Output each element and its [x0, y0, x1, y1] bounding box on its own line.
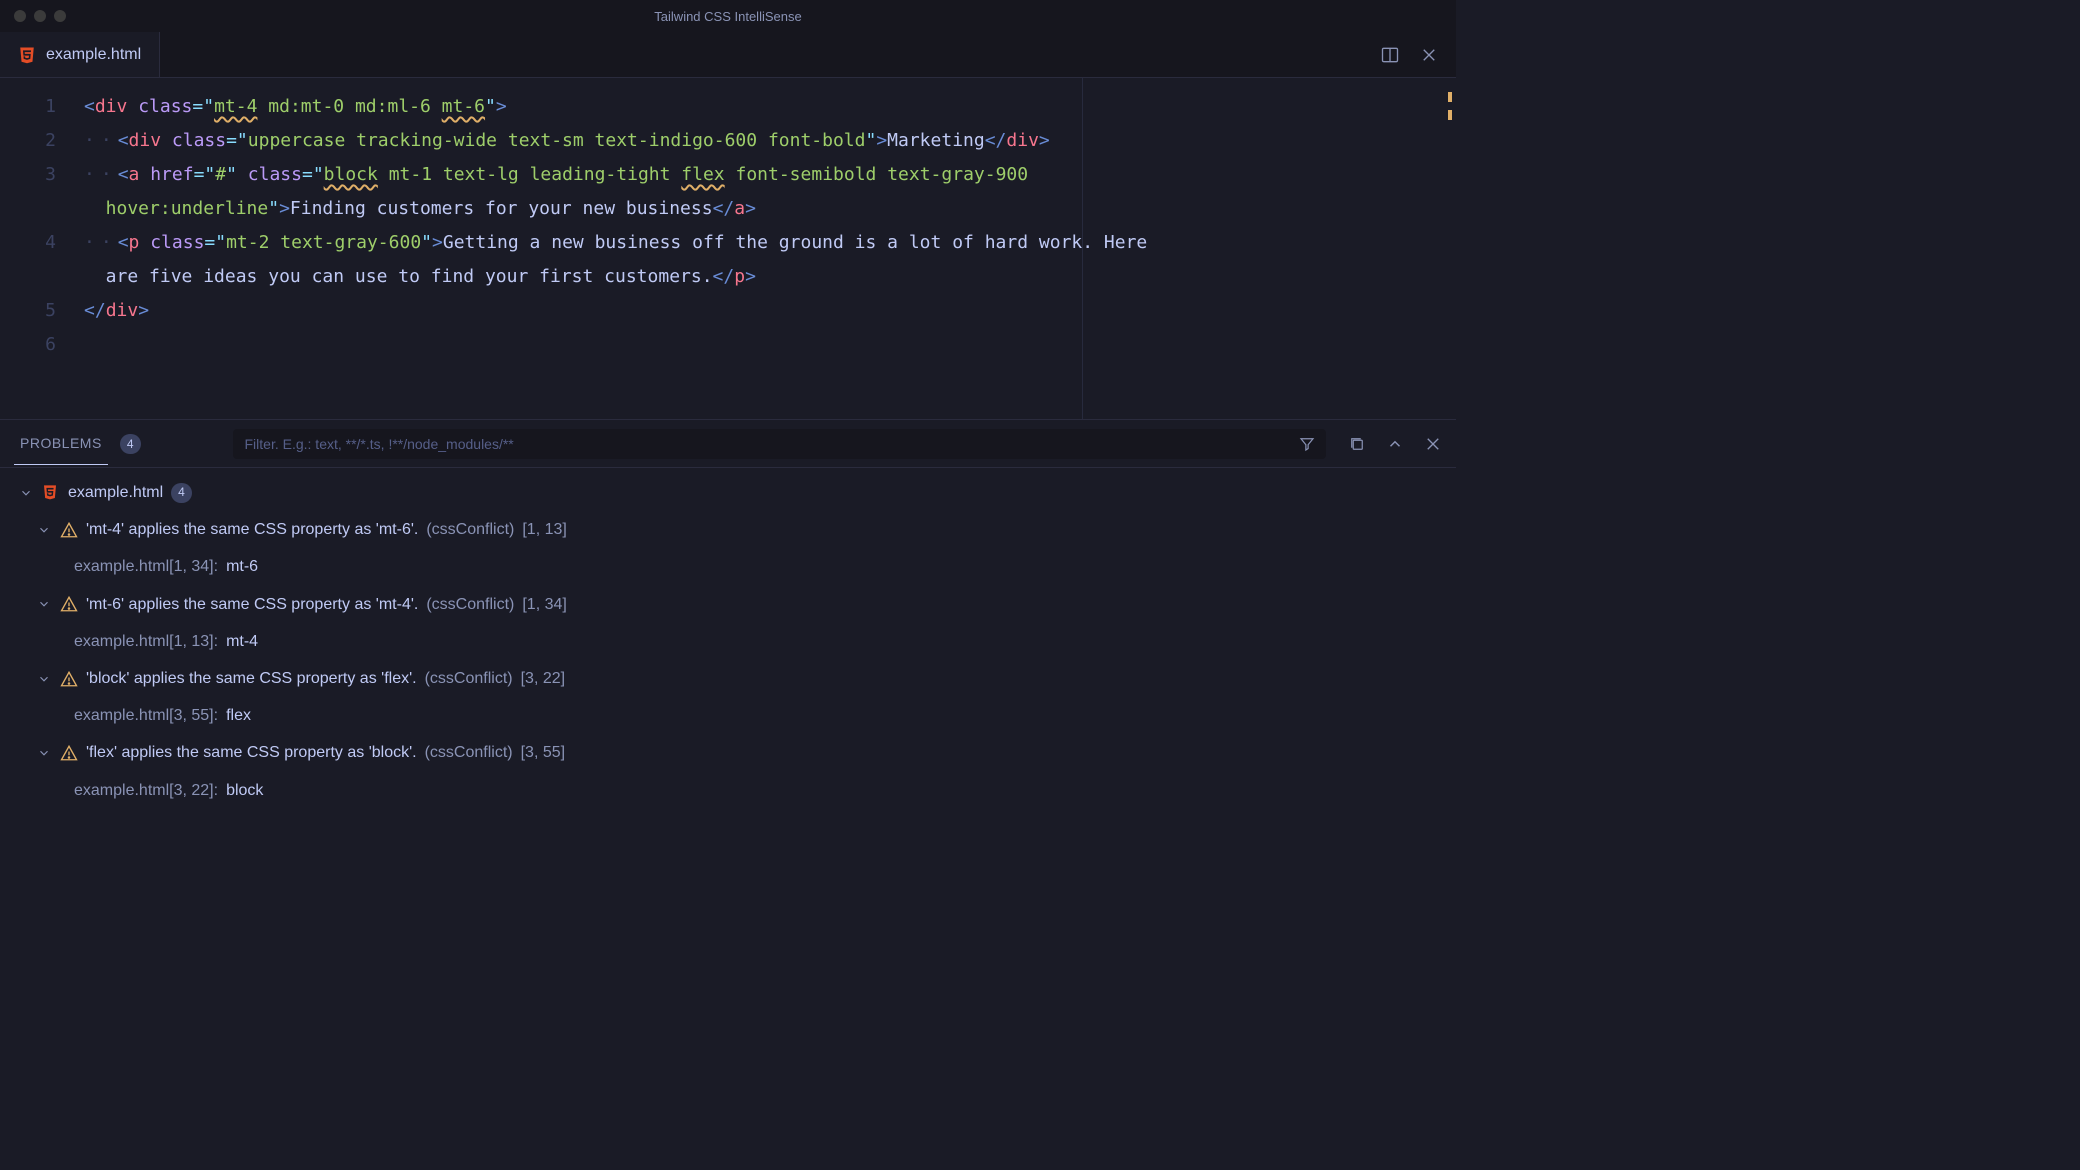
traffic-lights — [0, 10, 66, 22]
filter-box[interactable] — [233, 429, 1327, 459]
line-number: 4 — [0, 226, 56, 294]
problem-item[interactable]: 'mt-6' applies the same CSS property as … — [0, 586, 1456, 623]
panel-header: PROBLEMS 4 — [0, 420, 1456, 468]
problem-message: 'flex' applies the same CSS property as … — [86, 739, 417, 766]
collapse-all-icon[interactable] — [1348, 435, 1366, 453]
related-file: example.html[3, 55]: — [74, 702, 218, 729]
close-tab-icon[interactable] — [1420, 46, 1438, 64]
problem-item[interactable]: 'flex' applies the same CSS property as … — [0, 734, 1456, 771]
line-number: 3 — [0, 158, 56, 226]
problem-location: [3, 22] — [521, 665, 565, 692]
problems-list[interactable]: example.html 4 'mt-4' applies the same C… — [0, 468, 1456, 819]
line-number: 2 — [0, 124, 56, 158]
problem-location: [3, 55] — [521, 739, 565, 766]
minimize-dot[interactable] — [34, 10, 46, 22]
zoom-dot[interactable] — [54, 10, 66, 22]
app-window: Tailwind CSS IntelliSense example.html 1… — [0, 0, 1456, 819]
warning-icon — [60, 744, 78, 762]
related-target: block — [226, 777, 263, 804]
problems-count-badge: 4 — [120, 434, 141, 454]
problem-location: [1, 34] — [522, 591, 566, 618]
line-number: 5 — [0, 294, 56, 328]
close-dot[interactable] — [14, 10, 26, 22]
chevron-down-icon[interactable] — [18, 486, 34, 500]
editor-ruler — [1082, 78, 1083, 419]
chevron-down-icon[interactable] — [36, 672, 52, 686]
titlebar: Tailwind CSS IntelliSense — [0, 0, 1456, 32]
problem-source: (cssConflict) — [426, 516, 514, 543]
problem-item[interactable]: 'block' applies the same CSS property as… — [0, 660, 1456, 697]
problem-source: (cssConflict) — [425, 739, 513, 766]
related-target: flex — [226, 702, 251, 729]
line-number: 1 — [0, 90, 56, 124]
problem-related[interactable]: example.html[3, 55]: flex — [0, 697, 1456, 734]
related-file: example.html[3, 22]: — [74, 777, 218, 804]
problem-message: 'block' applies the same CSS property as… — [86, 665, 417, 692]
problem-file-name: example.html — [68, 479, 163, 506]
filter-input[interactable] — [243, 435, 1299, 453]
tab-example-html[interactable]: example.html — [0, 32, 160, 77]
problem-related[interactable]: example.html[3, 22]: block — [0, 772, 1456, 809]
related-target: mt-6 — [226, 553, 258, 580]
panel-actions — [1348, 435, 1442, 453]
problem-source: (cssConflict) — [426, 591, 514, 618]
overview-ruler — [1448, 92, 1452, 128]
problem-related[interactable]: example.html[1, 34]: mt-6 — [0, 548, 1456, 585]
problem-message: 'mt-6' applies the same CSS property as … — [86, 591, 418, 618]
related-target: mt-4 — [226, 628, 258, 655]
problems-panel: PROBLEMS 4 — [0, 419, 1456, 819]
file-problem-count-badge: 4 — [171, 483, 192, 503]
problem-item[interactable]: 'mt-4' applies the same CSS property as … — [0, 511, 1456, 548]
warning-icon — [60, 595, 78, 613]
code-content[interactable]: <div class="mt-4 md:mt-0 md:ml-6 mt-6">·… — [84, 78, 1158, 419]
html5-icon — [42, 483, 60, 503]
problem-location: [1, 13] — [522, 516, 566, 543]
warning-icon — [60, 521, 78, 539]
code-editor[interactable]: 1 2 3 4 5 6 <div class="mt-4 md:mt-0 md:… — [0, 78, 1456, 419]
related-file: example.html[1, 13]: — [74, 628, 218, 655]
chevron-down-icon[interactable] — [36, 597, 52, 611]
chevron-down-icon[interactable] — [36, 746, 52, 760]
tab-label: example.html — [46, 46, 141, 64]
related-file: example.html[1, 34]: — [74, 553, 218, 580]
close-panel-icon[interactable] — [1424, 435, 1442, 453]
tab-bar: example.html — [0, 32, 1456, 78]
html5-icon — [18, 45, 36, 65]
panel-tab-problems[interactable]: PROBLEMS — [14, 423, 108, 465]
filter-icon[interactable] — [1298, 435, 1316, 453]
problem-file-row[interactable]: example.html 4 — [0, 474, 1456, 511]
line-number-gutter: 1 2 3 4 5 6 — [0, 78, 84, 419]
chevron-up-icon[interactable] — [1386, 435, 1404, 453]
window-title: Tailwind CSS IntelliSense — [0, 9, 1456, 24]
problem-source: (cssConflict) — [425, 665, 513, 692]
problem-related[interactable]: example.html[1, 13]: mt-4 — [0, 623, 1456, 660]
line-number: 6 — [0, 328, 56, 362]
problem-message: 'mt-4' applies the same CSS property as … — [86, 516, 418, 543]
overview-marker[interactable] — [1448, 92, 1452, 102]
warning-icon — [60, 670, 78, 688]
tab-actions — [1380, 32, 1456, 77]
split-editor-icon[interactable] — [1380, 45, 1400, 65]
chevron-down-icon[interactable] — [36, 523, 52, 537]
overview-marker[interactable] — [1448, 110, 1452, 120]
